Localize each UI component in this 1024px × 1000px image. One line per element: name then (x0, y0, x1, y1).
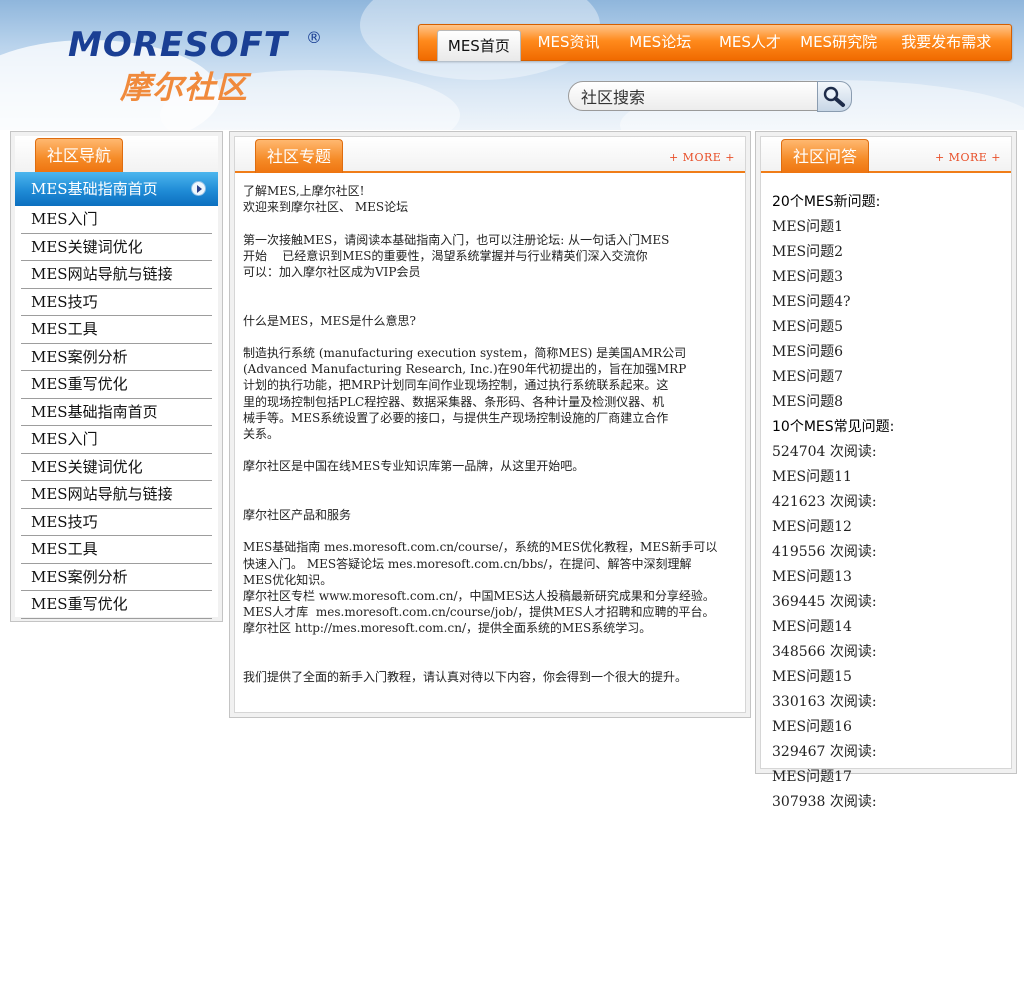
qa-read-count: 419556 次阅读: (772, 544, 877, 560)
qa-common-item[interactable]: MES问题14 (772, 615, 998, 640)
registered-mark: ® (306, 28, 322, 47)
header-banner: MORESOFT ® 摩尔社区 MES首页 MES资讯 MES论坛 MES人才 … (0, 0, 1024, 130)
qa-read-count: 369445 次阅读: (772, 594, 877, 610)
qa-read-count: 348566 次阅读: (772, 644, 877, 660)
nav-post-demand[interactable]: 我要发布需求 (881, 27, 1011, 58)
sidebar-item[interactable]: MES工具 (21, 536, 212, 564)
sidebar-item[interactable]: MES技巧 (21, 509, 212, 536)
qa-read-count: 421623 次阅读: (772, 494, 877, 510)
qa-new-item[interactable]: MES问题5 (772, 315, 998, 340)
qa-common-item[interactable]: MES问题13 (772, 565, 998, 590)
sidebar-item[interactable]: MES工具 (21, 316, 212, 344)
sidebar-item[interactable]: MES技巧 (21, 289, 212, 316)
sidebar-item[interactable]: MES网站导航与链接 (21, 261, 212, 289)
nav-talent[interactable]: MES人才 (704, 27, 796, 58)
sidebar-header: 社区导航 (15, 136, 218, 172)
nav-news[interactable]: MES资讯 (521, 27, 617, 58)
qa-common-header: 10个MES常见问题: (772, 419, 895, 435)
qa-read-count: 524704 次阅读: (772, 444, 877, 460)
topic-title: 社区专题 (255, 139, 344, 173)
topic-header: 社区专题 + MORE + (235, 137, 745, 173)
arrow-right-icon (191, 181, 206, 196)
qa-list: 20个MES新问题: MES问题1 MES问题2 MES问题3 MES问题4? … (760, 180, 1010, 825)
sidebar-list: MES入门 MES关键词优化 MES网站导航与链接 MES技巧 MES工具 ME… (15, 206, 218, 619)
sidebar-title: 社区导航 (35, 138, 124, 172)
qa-common-item[interactable]: MES问题12 (772, 515, 998, 540)
sidebar-item[interactable]: MES网站导航与链接 (21, 481, 212, 509)
sidebar-item[interactable]: MES关键词优化 (21, 454, 212, 481)
sidebar-item[interactable]: MES重写优化 (21, 371, 212, 399)
sidebar-item[interactable]: MES入门 (21, 426, 212, 454)
topic-more-link[interactable]: + MORE + (669, 151, 735, 164)
sidebar-item[interactable]: MES关键词优化 (21, 234, 212, 261)
qa-new-item[interactable]: MES问题8 (772, 390, 998, 415)
qa-read-count: 307938 次阅读: (772, 794, 877, 810)
nav-home[interactable]: MES首页 (437, 30, 521, 61)
logo-text-cn: 摩尔社区 (120, 70, 248, 106)
topic-panel: 社区专题 + MORE + 了解MES,上摩尔社区! 欢迎来到摩尔社区、 MES… (229, 131, 751, 718)
qa-common-item[interactable]: MES问题17 (772, 765, 998, 790)
sidebar-item[interactable]: MES重写优化 (21, 591, 212, 619)
qa-common-item[interactable]: MES问题11 (772, 465, 998, 490)
search-input[interactable] (568, 81, 818, 111)
site-logo[interactable]: MORESOFT ® 摩尔社区 (68, 25, 328, 106)
logo-text-en: MORESOFT (68, 25, 288, 65)
sidebar-panel: 社区导航 MES基础指南首页 MES入门 MES关键词优化 MES网站导航与链接… (10, 131, 223, 622)
sidebar-item-active[interactable]: MES基础指南首页 (15, 172, 218, 206)
top-nav: MES首页 MES资讯 MES论坛 MES人才 MES研究院 我要发布需求 (418, 24, 1012, 61)
qa-new-item[interactable]: MES问题7 (772, 365, 998, 390)
nav-institute[interactable]: MES研究院 (796, 27, 882, 58)
qa-header: 社区问答 + MORE + (761, 137, 1011, 173)
qa-more-link[interactable]: + MORE + (935, 151, 1001, 164)
search-button[interactable] (817, 81, 852, 112)
qa-read-count: 329467 次阅读: (772, 744, 877, 760)
qa-common-item[interactable]: MES问题16 (772, 715, 998, 740)
sidebar-item[interactable]: MES基础指南首页 (21, 399, 212, 426)
nav-forum[interactable]: MES论坛 (616, 27, 704, 58)
sidebar-item-label: MES基础指南首页 (31, 180, 158, 198)
qa-title: 社区问答 (781, 139, 870, 173)
qa-new-item[interactable]: MES问题3 (772, 265, 998, 290)
qa-new-item[interactable]: MES问题6 (772, 340, 998, 365)
qa-new-item[interactable]: MES问题2 (772, 240, 998, 265)
sidebar-item[interactable]: MES案例分析 (21, 344, 212, 371)
qa-new-header: 20个MES新问题: (772, 194, 881, 210)
qa-new-item[interactable]: MES问题4? (772, 290, 998, 315)
sidebar-item[interactable]: MES案例分析 (21, 564, 212, 591)
sidebar-item[interactable]: MES入门 (21, 206, 212, 234)
topic-article: 了解MES,上摩尔社区! 欢迎来到摩尔社区、 MES论坛 第一次接触MES，请阅… (243, 184, 718, 685)
qa-common-item[interactable]: MES问题15 (772, 665, 998, 690)
qa-read-count: 330163 次阅读: (772, 694, 877, 710)
magnifier-icon (823, 86, 845, 107)
qa-new-item[interactable]: MES问题1 (772, 215, 998, 240)
